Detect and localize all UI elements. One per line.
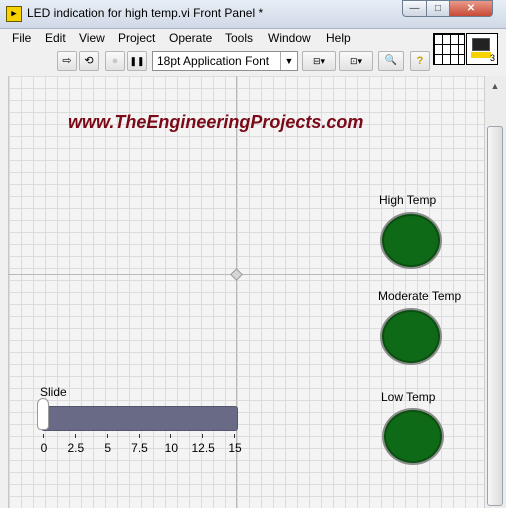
minimize-button[interactable]: — [402, 0, 427, 17]
watermark-text: www.TheEngineeringProjects.com [68, 112, 364, 132]
run-continuously-icon[interactable]: ⟲ [79, 51, 99, 71]
menu-bar: File Edit View Project Operate Tools Win… [0, 28, 432, 49]
menu-window[interactable]: Window [268, 31, 311, 45]
close-button[interactable]: ✕ [449, 0, 493, 17]
menu-view[interactable]: View [79, 31, 105, 45]
scroll-up-icon[interactable]: ▲ [487, 78, 503, 94]
slide-tick [74, 434, 76, 438]
slide-tick [234, 434, 235, 438]
search-icon[interactable]: 🔍 [378, 51, 404, 71]
slide-tick-label: 10 [164, 441, 179, 455]
origin-line-horizontal [8, 274, 484, 275]
led-moderate-temp-label: Moderate Temp [378, 289, 462, 303]
slide-thumb[interactable] [37, 398, 49, 430]
connector-pane-icon[interactable] [433, 33, 465, 65]
slide-tick [138, 434, 140, 438]
context-help-icon[interactable]: ? [410, 51, 430, 71]
menu-tools[interactable]: Tools [225, 31, 253, 45]
menu-edit[interactable]: Edit [45, 31, 66, 45]
slide-tick-label: 5 [104, 441, 111, 455]
led-low-temp-label: Low Temp [381, 390, 436, 404]
terminal-count: 3 [489, 53, 495, 63]
menu-operate[interactable]: Operate [169, 31, 212, 45]
title-bar: ▶ LED indication for high temp.vi Front … [0, 0, 506, 29]
distribute-objects-icon[interactable]: ⊡▾ [339, 51, 373, 71]
slide-tick [202, 434, 204, 438]
led-high-temp-label: High Temp [379, 193, 437, 207]
slide-tick [170, 434, 172, 438]
vertical-scrollbar[interactable]: ▲ [484, 76, 506, 508]
labview-vi-icon: ▶ [6, 6, 22, 22]
maximize-button[interactable]: □ [426, 0, 450, 17]
window-title: LED indication for high temp.vi Front Pa… [27, 6, 264, 20]
slide-tick-label: 0 [40, 441, 48, 455]
vi-icon[interactable]: 3 [466, 33, 498, 65]
slide-label: Slide [40, 385, 67, 399]
chevron-down-icon[interactable]: ▼ [280, 52, 297, 70]
pause-icon[interactable]: ❚❚ [127, 51, 147, 71]
slide-tick-label: 12.5 [191, 441, 215, 455]
menu-file[interactable]: File [12, 31, 31, 45]
menu-project[interactable]: Project [118, 31, 155, 45]
wire-icon [471, 52, 491, 58]
menu-help[interactable]: Help [326, 31, 351, 45]
scrollbar-thumb[interactable] [487, 126, 503, 506]
led-low-temp[interactable] [382, 408, 444, 465]
toolbar: ⇨ ⟲ ● ❚❚ 18pt Application Font ▼ ⊟▾ ⊡▾ 🔍… [0, 49, 432, 75]
led-moderate-temp[interactable] [380, 308, 442, 365]
slide-track[interactable] [41, 406, 238, 431]
led-high-temp[interactable] [380, 212, 442, 269]
slide-tick [43, 434, 44, 438]
text-settings-dropdown[interactable]: 18pt Application Font ▼ [152, 51, 298, 71]
slide-tick [106, 434, 108, 438]
run-arrow-icon[interactable]: ⇨ [57, 51, 77, 71]
slide-tick-label: 7.5 [131, 441, 148, 455]
slide-tick-label: 15 [228, 441, 242, 455]
slide-tick-label: 2.5 [67, 441, 85, 455]
abort-execution-icon[interactable]: ● [105, 51, 125, 71]
monitor-icon [472, 38, 490, 51]
font-setting-value: 18pt Application Font [157, 54, 270, 68]
align-objects-icon[interactable]: ⊟▾ [302, 51, 336, 71]
